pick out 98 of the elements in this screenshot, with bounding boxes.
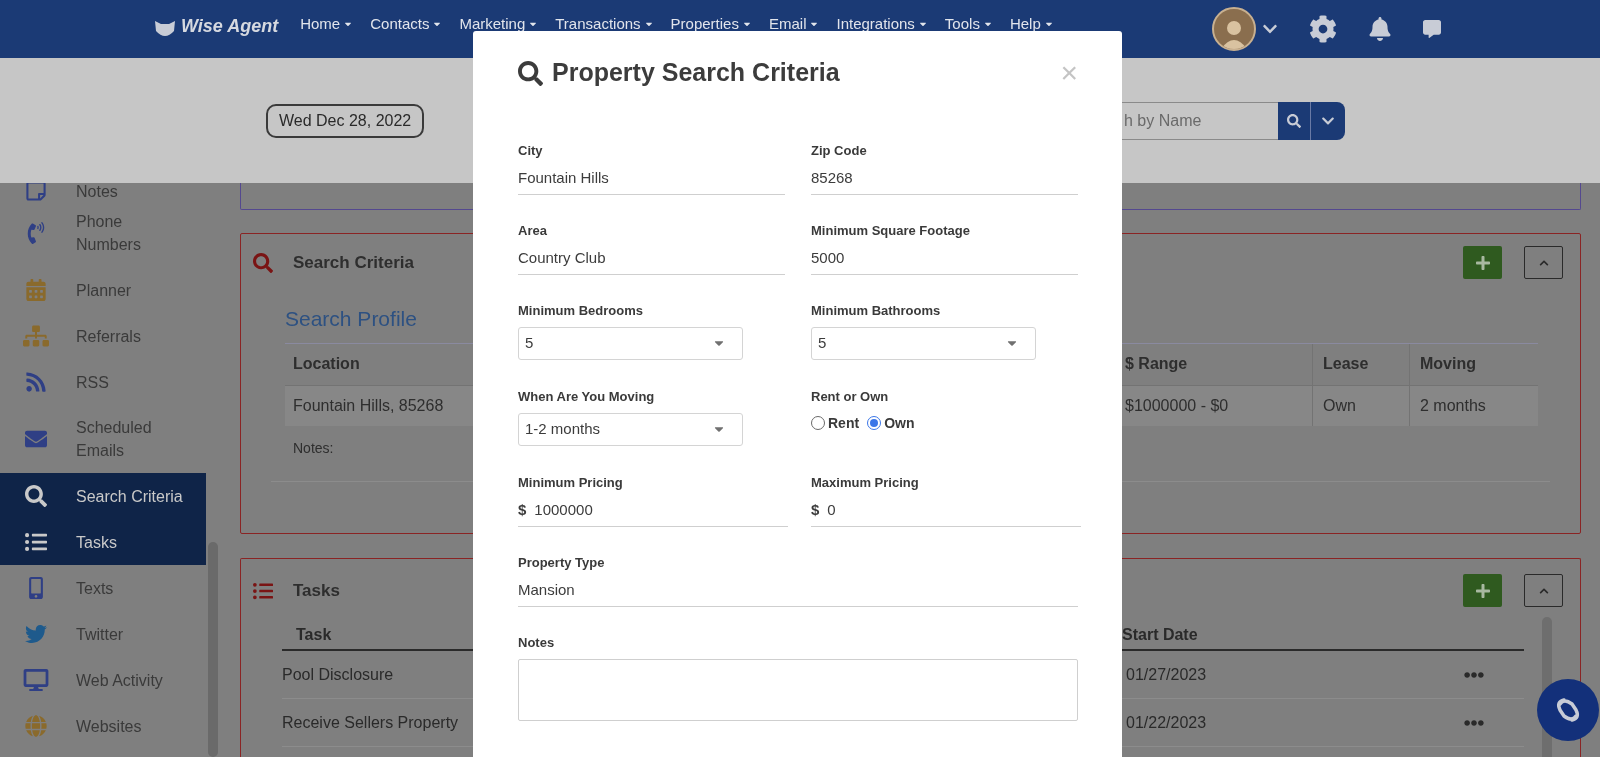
price-field[interactable]: $ 1000000 [518,498,788,527]
field-label: Zip Code [811,142,868,160]
sidebar-label: Twitter [76,624,124,645]
list-icon [23,531,49,553]
select-field[interactable]: 5 [811,326,1036,360]
table-header: Moving [1409,343,1538,385]
text-field[interactable]: 85268 [811,166,1078,195]
sidebar-label: RSS [76,372,109,393]
swirl-logo-icon [1554,696,1582,724]
add-button[interactable] [1463,246,1502,279]
search-button[interactable] [1278,101,1310,140]
monitor-icon [23,669,49,691]
price-value: 0 [827,499,836,520]
card-title: Search Criteria [293,251,414,274]
nav-menu[interactable]: Help [1009,16,1054,32]
nav-menu[interactable]: Properties [670,16,752,32]
search-icon [1287,113,1301,128]
table-header: Lease [1312,343,1409,385]
nav-menu[interactable]: Integrations [836,16,928,32]
chat-icon[interactable] [1423,20,1441,38]
sidebar-label: Web Activity [76,670,163,691]
table-cell-text: Pool Disclosure [282,664,394,685]
table-header: $ Range [1125,354,1189,374]
table-cell-text: 01/27/2023 [1125,664,1208,685]
table-cell-text: 01/22/2023 [1125,712,1208,733]
nav-menu[interactable]: Contacts [370,16,443,32]
field-label: Rent or Own [811,388,890,406]
table-header: Start Date [1122,625,1199,645]
sidebar-label: Websites [76,716,142,737]
search-icon [23,485,49,507]
sidebar-label: Tasks [76,532,117,553]
table-header: Task [296,625,332,645]
field-label: City [518,142,544,160]
modal-title: Property Search Criteria [552,57,840,89]
nav-menu[interactable]: Tools [944,16,993,32]
owl-logo-icon [153,19,177,39]
currency-sign: $ [518,499,527,520]
search-icon [253,252,273,273]
field-label: Notes [518,634,556,652]
field-label: Property Type [518,554,606,572]
field-label: Maximum Pricing [811,474,920,492]
field-label: Minimum Square Footage [811,222,971,240]
price-field[interactable]: $ 0 [811,498,1081,527]
field-label: Minimum Bedrooms [518,302,644,320]
currency-sign: $ [811,499,820,520]
field-label: Minimum Pricing [518,474,624,492]
plus-icon [1474,582,1491,599]
field-label: Area [518,222,548,240]
sidebar-item[interactable]: Search Criteria [0,473,206,519]
settings-icon[interactable] [1309,15,1337,43]
sidebar-label: Planner [76,280,132,301]
sidebar-label: Referrals [76,326,141,347]
radio-label: Own [884,413,915,433]
select-field[interactable]: 1-2 months [518,412,743,446]
plus-icon [1474,254,1491,271]
sidebar-label: Scheduled Emails [76,418,153,461]
text-field[interactable]: Fountain Hills [518,166,785,195]
nav-menu[interactable]: Email [768,16,820,32]
collapse-button[interactable] [1524,574,1563,607]
sidebar-label: Texts [76,578,114,599]
add-button[interactable] [1463,574,1502,607]
globe-icon [23,715,49,737]
radio-label: Rent [828,413,860,433]
calendar-icon [23,279,49,301]
sitemap-icon [23,325,49,347]
sidebar-label: Phone Numbers [76,212,142,255]
bird-icon [23,623,49,645]
search-options-button[interactable] [1310,101,1345,140]
sidebar-item[interactable]: Tasks [0,519,206,565]
notes-label: Notes: [292,438,335,458]
field-label: Minimum Bathrooms [811,302,942,320]
logo-text[interactable]: Wise Agent [181,12,279,40]
rss-icon [23,371,49,393]
collapse-button[interactable] [1524,246,1563,279]
table-cell-text: Receive Sellers Property [282,712,459,733]
list-icon [253,580,273,601]
text-field[interactable]: Country Club [518,246,785,275]
price-value: 1000000 [534,499,593,520]
nav-menu[interactable]: Transactions [555,16,654,32]
search-icon [518,60,543,86]
card-title: Tasks [293,579,340,602]
nav-menu[interactable]: Home [300,16,354,32]
text-field[interactable]: Mansion [518,578,1078,607]
nav-menu[interactable]: Marketing [459,16,539,32]
select-field[interactable]: 5 [518,326,743,360]
sidebar-label: Notes [76,181,118,202]
table-header: Location [292,354,361,374]
table-cell: $1000000 - $0 [1125,384,1312,426]
table-cell: Own [1312,384,1409,426]
note-icon [23,180,49,202]
field-label: When Are You Moving [518,388,656,406]
text-field[interactable]: 5000 [811,246,1078,275]
envelope-icon [23,428,49,450]
avatar[interactable] [1212,7,1256,51]
profile-title: Search Profile [285,306,417,332]
table-cell: 2 months [1409,384,1538,426]
date-pill[interactable]: Wed Dec 28, 2022 [266,103,425,138]
bell-icon[interactable] [1368,17,1392,41]
